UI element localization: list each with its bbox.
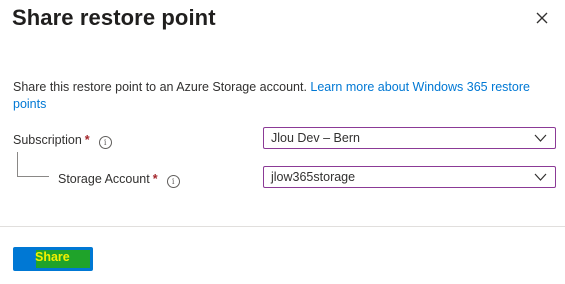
share-button[interactable]: Share: [13, 247, 93, 271]
share-restore-point-panel: Share restore point Share this restore p…: [0, 0, 565, 284]
chevron-down-icon: [534, 134, 547, 142]
description-text: Share this restore point to an Azure Sto…: [13, 80, 311, 94]
chevron-down-icon: [534, 173, 547, 181]
storage-account-value: jlow365storage: [271, 170, 356, 184]
subscription-select[interactable]: Jlou Dev – Bern: [263, 127, 556, 149]
storage-account-label-group: Storage Account * i: [58, 170, 180, 188]
subscription-label: Subscription: [13, 133, 82, 147]
subscription-value: Jlou Dev – Bern: [271, 131, 360, 145]
subscription-label-group: Subscription * i: [13, 131, 112, 149]
description: Share this restore point to an Azure Sto…: [13, 79, 558, 113]
tree-connector: [17, 152, 49, 177]
share-button-label: Share: [35, 250, 70, 264]
required-mark: *: [84, 133, 90, 147]
dialog-title: Share restore point: [12, 5, 216, 30]
storage-account-label: Storage Account: [58, 172, 150, 186]
required-mark: *: [152, 172, 158, 186]
close-icon[interactable]: [532, 8, 552, 28]
storage-account-select[interactable]: jlow365storage: [263, 166, 556, 188]
info-icon[interactable]: i: [166, 175, 180, 188]
footer-divider: [0, 226, 565, 227]
info-icon[interactable]: i: [98, 136, 112, 149]
